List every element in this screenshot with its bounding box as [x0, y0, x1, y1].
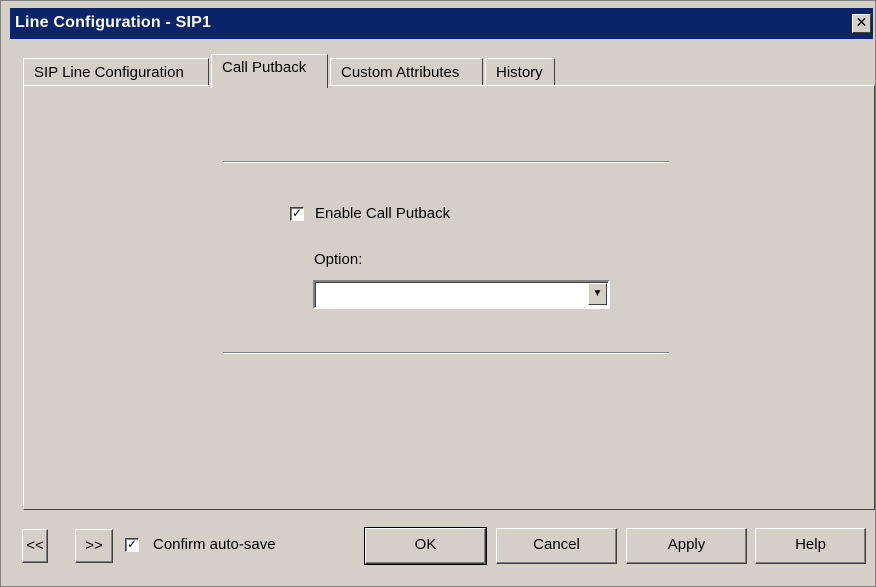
tab-label: SIP Line Configuration — [34, 64, 184, 81]
option-label: Option: — [314, 251, 363, 268]
check-icon: ✓ — [291, 206, 303, 220]
tab-label: Call Putback — [222, 59, 307, 76]
enable-call-putback-label: Enable Call Putback — [315, 205, 451, 222]
tab-call-putback[interactable]: Call Putback — [211, 54, 328, 88]
dropdown-button[interactable]: ▼ — [588, 283, 607, 305]
confirm-auto-save-checkbox[interactable]: ✓ — [125, 538, 139, 552]
tab-label: Custom Attributes — [341, 64, 460, 81]
help-button[interactable]: Help — [755, 528, 866, 564]
previous-label: << — [26, 537, 44, 554]
bottom-separator — [223, 352, 669, 354]
cancel-label: Cancel — [533, 536, 580, 553]
line-configuration-dialog: Line Configuration - SIP1 ✕ SIP Line Con… — [0, 0, 876, 587]
confirm-auto-save-label: Confirm auto-save — [153, 536, 276, 553]
title-bar[interactable]: Line Configuration - SIP1 ✕ — [10, 8, 873, 39]
window-title: Line Configuration - SIP1 — [15, 14, 212, 31]
tab-custom-attributes[interactable]: Custom Attributes — [330, 58, 483, 86]
ok-button[interactable]: OK — [364, 527, 487, 565]
ok-label: OK — [414, 536, 437, 553]
next-label: >> — [85, 537, 103, 554]
tab-label: History — [496, 64, 543, 81]
chevron-down-icon: ▼ — [592, 288, 603, 299]
close-icon: ✕ — [855, 14, 868, 30]
enable-call-putback-checkbox[interactable]: ✓ — [290, 207, 304, 221]
option-dropdown[interactable]: ▼ — [313, 280, 610, 309]
cancel-button[interactable]: Cancel — [496, 528, 617, 564]
previous-button[interactable]: << — [22, 529, 48, 563]
apply-button[interactable]: Apply — [626, 528, 747, 564]
tab-history[interactable]: History — [485, 58, 555, 86]
call-putback-panel: ✓ Enable Call Putback Option: ▼ — [23, 85, 875, 510]
help-label: Help — [795, 536, 826, 553]
top-separator — [223, 161, 669, 163]
close-button[interactable]: ✕ — [852, 14, 871, 33]
apply-label: Apply — [667, 536, 706, 553]
next-button[interactable]: >> — [75, 529, 113, 563]
tab-sip-line-configuration[interactable]: SIP Line Configuration — [23, 58, 209, 86]
tab-bar: SIP Line Configuration Call Putback Cust… — [23, 54, 863, 88]
check-icon: ✓ — [126, 537, 138, 551]
